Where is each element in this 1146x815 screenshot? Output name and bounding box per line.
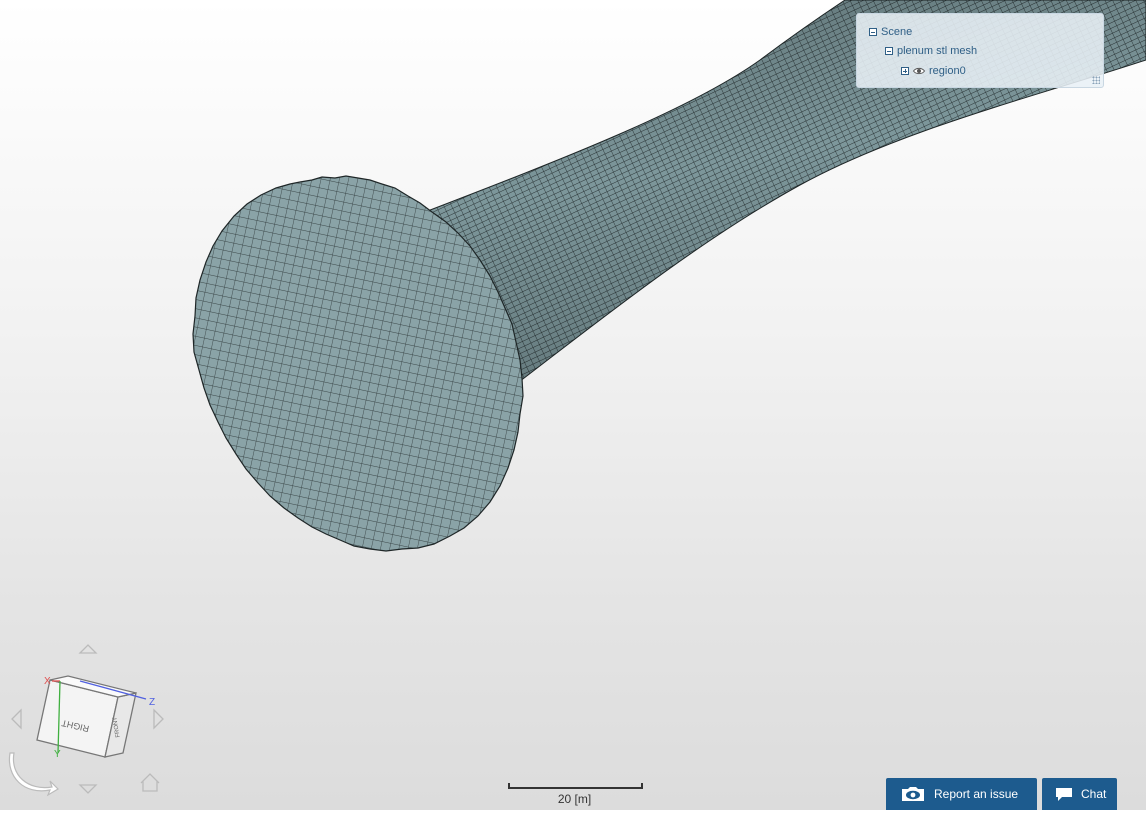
cube-body[interactable]: RIGHT FRONT [36, 675, 137, 758]
arrow-right-icon[interactable] [153, 708, 164, 730]
home-icon[interactable] [140, 773, 160, 792]
expand-icon[interactable] [901, 67, 909, 75]
tree-node-label[interactable]: plenum stl mesh [897, 45, 977, 57]
rotate-arrow-icon[interactable] [8, 752, 59, 797]
orientation-cube[interactable]: RIGHT FRONT X Z Y [0, 635, 180, 810]
tree-node-label[interactable]: Scene [881, 26, 912, 38]
report-issue-label: Report an issue [934, 787, 1019, 801]
camera-eye-icon [902, 787, 924, 801]
tree-node-mesh[interactable]: plenum stl mesh [885, 45, 977, 57]
axis-z-label: Z [149, 697, 155, 708]
eye-icon[interactable] [913, 67, 925, 75]
tree-node-label[interactable]: region0 [929, 65, 966, 77]
resize-grip[interactable] [1092, 76, 1100, 84]
axis-x-label: X [44, 676, 51, 687]
tree-node-scene[interactable]: Scene [869, 26, 912, 38]
report-issue-button[interactable]: Report an issue [886, 778, 1037, 810]
collapse-icon[interactable] [885, 47, 893, 55]
arrow-down-icon[interactable] [78, 784, 98, 794]
axis-y-label: Y [54, 749, 61, 760]
scale-bar-line [508, 783, 643, 789]
speech-bubble-icon [1056, 788, 1072, 801]
scale-bar-label: 20 [m] [557, 792, 592, 806]
scale-bar: 20 [m] [508, 781, 643, 806]
arrow-left-icon[interactable] [11, 708, 22, 730]
collapse-icon[interactable] [869, 28, 877, 36]
tree-node-region[interactable]: region0 [901, 65, 966, 77]
chat-label: Chat [1081, 787, 1107, 801]
chat-button[interactable]: Chat [1042, 778, 1117, 810]
scene-tree-panel: Scene plenum stl mesh region0 [856, 13, 1104, 88]
arrow-up-icon[interactable] [78, 644, 98, 654]
